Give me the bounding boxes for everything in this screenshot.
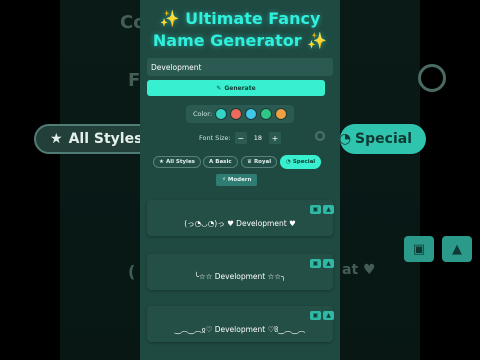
filter-basic[interactable]: A Basic bbox=[203, 156, 238, 168]
right-letterbox bbox=[420, 0, 480, 360]
ghost-star-icon: ★ bbox=[50, 131, 63, 147]
name-input[interactable] bbox=[147, 58, 333, 76]
filter-special[interactable]: ◔ Special bbox=[280, 155, 322, 169]
ghost-copy-icon: ▣ bbox=[404, 236, 434, 262]
font-size-label: Font Size: bbox=[198, 134, 231, 142]
filter-royal[interactable]: ♛ Royal bbox=[241, 156, 278, 168]
font-size-increase-button[interactable]: + bbox=[269, 132, 282, 144]
filter-all-styles[interactable]: ★ All Styles bbox=[153, 156, 201, 168]
ghost-special-label: Special bbox=[355, 131, 412, 147]
filter-modern[interactable]: ⚡ Modern bbox=[216, 174, 258, 186]
special-icon: ◔ bbox=[286, 159, 291, 165]
lightning-icon: ⚡ bbox=[222, 177, 226, 183]
color-picker: Color: bbox=[186, 105, 294, 123]
copy-icon[interactable]: ▣ bbox=[310, 259, 321, 268]
pencil-icon: ✎ bbox=[216, 84, 222, 92]
ghost-result-left: ( bbox=[128, 262, 136, 281]
ghost-all-styles-label: All Styles bbox=[68, 131, 143, 147]
title-line-2: Name Generator bbox=[152, 31, 302, 50]
ghost-special-pill: ◔ Special bbox=[338, 124, 426, 154]
result-text[interactable]: (っ◔◡◔)っ ♥ Development ♥ bbox=[147, 218, 333, 229]
result-card: ▣ ▲ (っ◔◡◔)っ ♥ Development ♥ bbox=[147, 200, 334, 236]
color-swatch-orange[interactable] bbox=[275, 108, 288, 120]
filter-modern-label: Modern bbox=[227, 177, 252, 183]
filter-all-styles-label: All Styles bbox=[165, 159, 195, 165]
left-letterbox bbox=[0, 0, 60, 360]
result-card: ▣ ▲ ╰☆☆ Development ☆☆╮ bbox=[147, 254, 334, 290]
ghost-result-right: at ♥ bbox=[342, 262, 376, 278]
settings-gear-icon[interactable] bbox=[315, 131, 325, 141]
ghost-gear-icon bbox=[418, 64, 446, 92]
color-swatch-teal[interactable] bbox=[215, 108, 228, 120]
result-card: ▣ ▲ ‿︵‿︵ჲ♡ Development ♡ჱ‿︵‿︵ bbox=[147, 306, 334, 342]
filter-special-label: Special bbox=[292, 159, 316, 165]
font-size-decrease-button[interactable]: − bbox=[234, 132, 247, 144]
font-size-control: Font Size: − 18 + bbox=[186, 130, 294, 146]
filter-basic-label: Basic bbox=[215, 159, 232, 165]
generate-button[interactable]: ✎ Generate bbox=[147, 80, 325, 96]
color-swatch-red[interactable] bbox=[230, 108, 243, 120]
title-line-1: Ultimate Fancy bbox=[185, 9, 321, 28]
download-icon[interactable]: ▲ bbox=[323, 205, 334, 214]
ghost-download-icon: ▲ bbox=[442, 236, 472, 262]
app-panel: ✨ Ultimate Fancy Name Generator ✨ ✎ Gene… bbox=[140, 0, 340, 360]
download-icon[interactable]: ▲ bbox=[323, 259, 334, 268]
ghost-special-icon: ◔ bbox=[338, 131, 352, 147]
ghost-input-fragment: F bbox=[128, 70, 141, 91]
result-text[interactable]: ╰☆☆ Development ☆☆╮ bbox=[147, 272, 333, 281]
basic-icon: A bbox=[209, 159, 214, 165]
result-text[interactable]: ‿︵‿︵ჲ♡ Development ♡ჱ‿︵‿︵ bbox=[147, 324, 333, 335]
star-icon: ★ bbox=[159, 159, 164, 165]
sparkle-icon: ✨ bbox=[159, 9, 180, 28]
font-size-value: 18 bbox=[253, 134, 263, 142]
crown-icon: ♛ bbox=[247, 159, 252, 165]
color-swatch-blue[interactable] bbox=[245, 108, 258, 120]
generate-label: Generate bbox=[224, 84, 256, 92]
copy-icon[interactable]: ▣ bbox=[310, 311, 321, 320]
copy-icon[interactable]: ▣ bbox=[310, 205, 321, 214]
color-label: Color: bbox=[192, 110, 213, 118]
color-swatch-green[interactable] bbox=[260, 108, 273, 120]
download-icon[interactable]: ▲ bbox=[323, 311, 334, 320]
app-title: ✨ Ultimate Fancy Name Generator ✨ bbox=[140, 8, 340, 52]
filter-royal-label: Royal bbox=[253, 159, 272, 165]
sparkle-icon: ✨ bbox=[307, 31, 328, 50]
